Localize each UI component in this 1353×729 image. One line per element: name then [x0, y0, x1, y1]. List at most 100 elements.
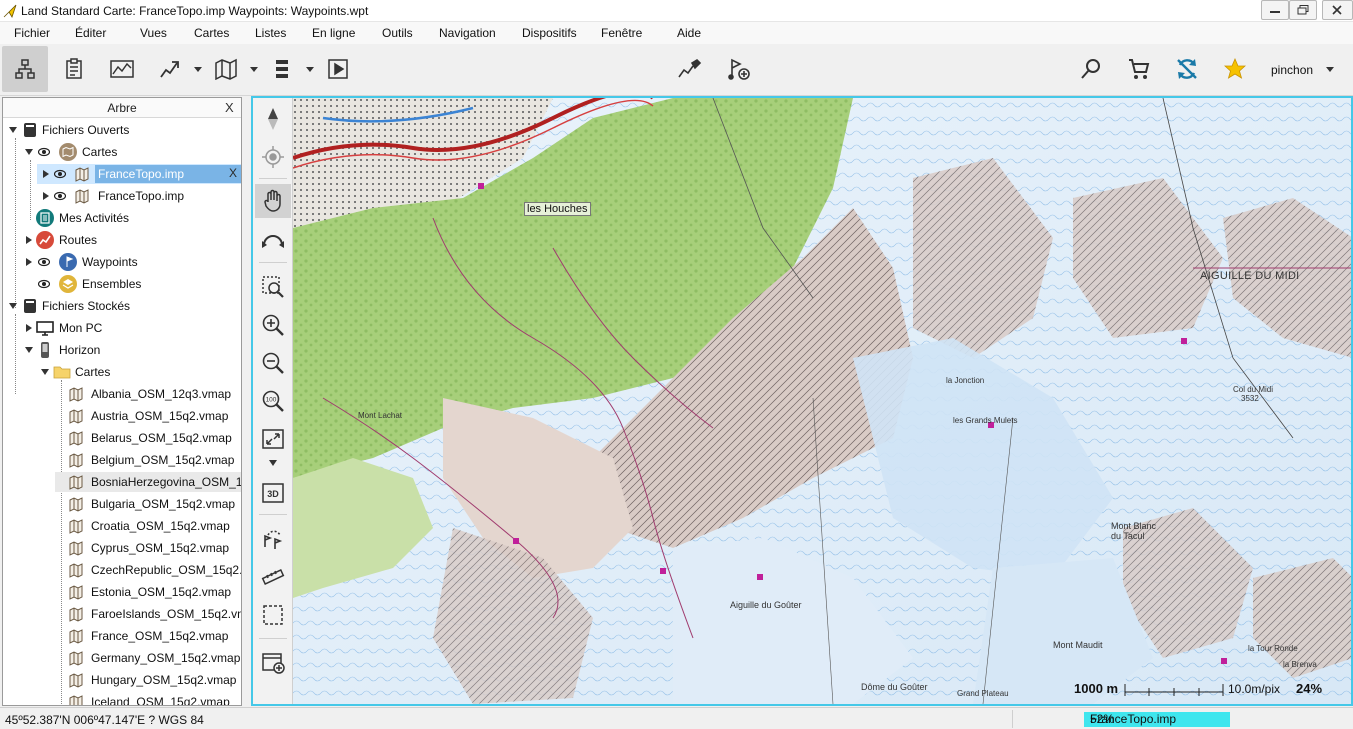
tree-file-bulgaria[interactable]: Bulgaria_OSM_15q2.vmap [3, 493, 241, 515]
tree-node-routes[interactable]: Routes [3, 229, 241, 251]
clipboard-button[interactable] [51, 46, 97, 92]
expand-arrow-icon[interactable] [41, 368, 49, 376]
route-button[interactable] [147, 46, 193, 92]
collapse-arrow-icon[interactable] [25, 258, 33, 266]
shop-button[interactable] [1116, 46, 1162, 92]
eye-icon[interactable] [38, 257, 50, 267]
tree-node-activities[interactable]: Mes Activités [3, 207, 241, 229]
tree-node-sets[interactable]: Ensembles [3, 273, 241, 295]
edit-track-button[interactable] [667, 46, 713, 92]
profile-graph-button[interactable] [99, 46, 145, 92]
route-tool-button[interactable] [255, 522, 291, 556]
chevron-down-icon[interactable] [1325, 64, 1335, 74]
tree-file-belgium[interactable]: Belgium_OSM_15q2.vmap [3, 449, 241, 471]
eye-icon[interactable] [54, 169, 66, 179]
tree-file-albania[interactable]: Albania_OSM_12q3.vmap [3, 383, 241, 405]
tree-node-maps[interactable]: Cartes [3, 141, 241, 163]
chevron-down-icon[interactable] [268, 458, 278, 468]
tree-file-germany[interactable]: Germany_OSM_15q2.vmap [3, 647, 241, 669]
panel-close-button[interactable]: X [225, 100, 234, 115]
menu-en-ligne[interactable]: En ligne [312, 26, 355, 40]
map-canvas[interactable]: les Houches AIGUILLE DU MIDI Col du Midi… [292, 98, 1353, 704]
rotate-button[interactable] [255, 224, 291, 258]
tree-file-hungary[interactable]: Hungary_OSM_15q2.vmap [3, 669, 241, 691]
menu-fenetre[interactable]: Fenêtre [601, 26, 642, 40]
pan-tool-button[interactable] [255, 184, 291, 218]
compass-button[interactable] [255, 102, 291, 136]
tree-node-horizon[interactable]: Horizon [3, 339, 241, 361]
tree-structure-icon [15, 59, 35, 79]
tree-file-croatia[interactable]: Croatia_OSM_15q2.vmap [3, 515, 241, 537]
maps-button[interactable] [203, 46, 249, 92]
tree-node-stored-files[interactable]: Fichiers Stockés [3, 295, 241, 317]
chevron-down-icon[interactable] [249, 64, 259, 74]
tree-node-francetopo[interactable]: FranceTopo.imp [3, 185, 241, 207]
tree-node-open-files[interactable]: Fichiers Ouverts [3, 119, 241, 141]
favorites-button[interactable] [1212, 46, 1258, 92]
menu-listes[interactable]: Listes [255, 26, 286, 40]
sync-button[interactable] [1164, 46, 1210, 92]
tree-file-estonia[interactable]: Estonia_OSM_15q2.vmap [3, 581, 241, 603]
expand-arrow-icon[interactable] [25, 148, 33, 156]
measure-button[interactable] [255, 560, 291, 594]
menu-fichier[interactable]: Fichier [14, 26, 50, 40]
tree-node-my-pc[interactable]: Mon PC [3, 317, 241, 339]
tree-file-cyprus[interactable]: Cyprus_OSM_15q2.vmap [3, 537, 241, 559]
search-button[interactable] [1068, 46, 1114, 92]
tree-node-waypoints[interactable]: Waypoints [3, 251, 241, 273]
select-area-button[interactable] [255, 598, 291, 632]
expand-arrow-icon[interactable] [9, 126, 17, 134]
tree-node-francetopo-selected[interactable]: FranceTopo.imp X [3, 163, 241, 185]
locate-button[interactable] [255, 140, 291, 174]
tree-file-belarus[interactable]: Belarus_OSM_15q2.vmap [3, 427, 241, 449]
map-label-aiguille-du-midi: AIGUILLE DU MIDI [1200, 270, 1300, 282]
eye-icon[interactable] [54, 191, 66, 201]
chevron-down-icon[interactable] [305, 64, 315, 74]
play-button[interactable] [315, 46, 361, 92]
tree-view-button[interactable] [2, 46, 48, 92]
expand-arrow-icon[interactable] [25, 346, 33, 354]
menu-editer[interactable]: Éditer [75, 26, 106, 40]
menu-dispositifs[interactable]: Dispositifs [522, 26, 577, 40]
eye-icon[interactable] [38, 279, 50, 289]
tree-file-france[interactable]: France_OSM_15q2.vmap [3, 625, 241, 647]
tree-node-device-maps[interactable]: Cartes [3, 361, 241, 383]
maximize-button[interactable] [1289, 0, 1317, 20]
user-menu[interactable]: pinchon [1271, 63, 1313, 77]
vector-map-icon [69, 453, 83, 468]
expand-arrow-icon[interactable] [9, 302, 17, 310]
topographic-map[interactable] [292, 98, 1353, 704]
collapse-arrow-icon[interactable] [25, 236, 33, 244]
collapse-arrow-icon[interactable] [42, 192, 50, 200]
menu-navigation[interactable]: Navigation [439, 26, 496, 40]
tree-file-faroe[interactable]: FaroeIslands_OSM_15q2.vm [3, 603, 241, 625]
list-button[interactable] [259, 46, 305, 92]
add-layer-button[interactable] [255, 646, 291, 680]
zoom-area-button[interactable] [255, 270, 291, 304]
zoom-100-button[interactable]: 100 [255, 384, 291, 418]
collapse-arrow-icon[interactable] [42, 170, 50, 178]
tree-file-iceland[interactable]: Iceland_OSM_15q2.vmap [3, 691, 241, 705]
3d-view-button[interactable]: 3D [255, 476, 291, 510]
tree-file-bosnia[interactable]: BosniaHerzegovina_OSM_15 [3, 471, 241, 493]
minimize-button[interactable] [1261, 0, 1289, 20]
close-window-button[interactable] [1322, 0, 1353, 20]
menu-aide[interactable]: Aide [677, 26, 701, 40]
map-label-la-jonction: la Jonction [946, 376, 985, 385]
collapse-arrow-icon[interactable] [25, 324, 33, 332]
menu-cartes[interactable]: Cartes [194, 26, 229, 40]
tree-file-czech[interactable]: CzechRepublic_OSM_15q2.v [3, 559, 241, 581]
remove-map-button[interactable]: X [229, 166, 237, 180]
vector-map-icon [69, 607, 83, 622]
add-waypoint-button[interactable] [716, 46, 762, 92]
status-bar: 45º52.387'N 006º47.147'E ? WGS 84 France… [0, 707, 1353, 729]
tree-file-austria[interactable]: Austria_OSM_15q2.vmap [3, 405, 241, 427]
menu-outils[interactable]: Outils [382, 26, 413, 40]
activities-icon [36, 209, 54, 227]
zoom-out-button[interactable] [255, 346, 291, 380]
zoom-in-button[interactable] [255, 308, 291, 342]
menu-vues[interactable]: Vues [140, 26, 167, 40]
chevron-down-icon[interactable] [193, 64, 203, 74]
fit-button[interactable] [255, 422, 291, 456]
eye-icon[interactable] [38, 147, 50, 157]
